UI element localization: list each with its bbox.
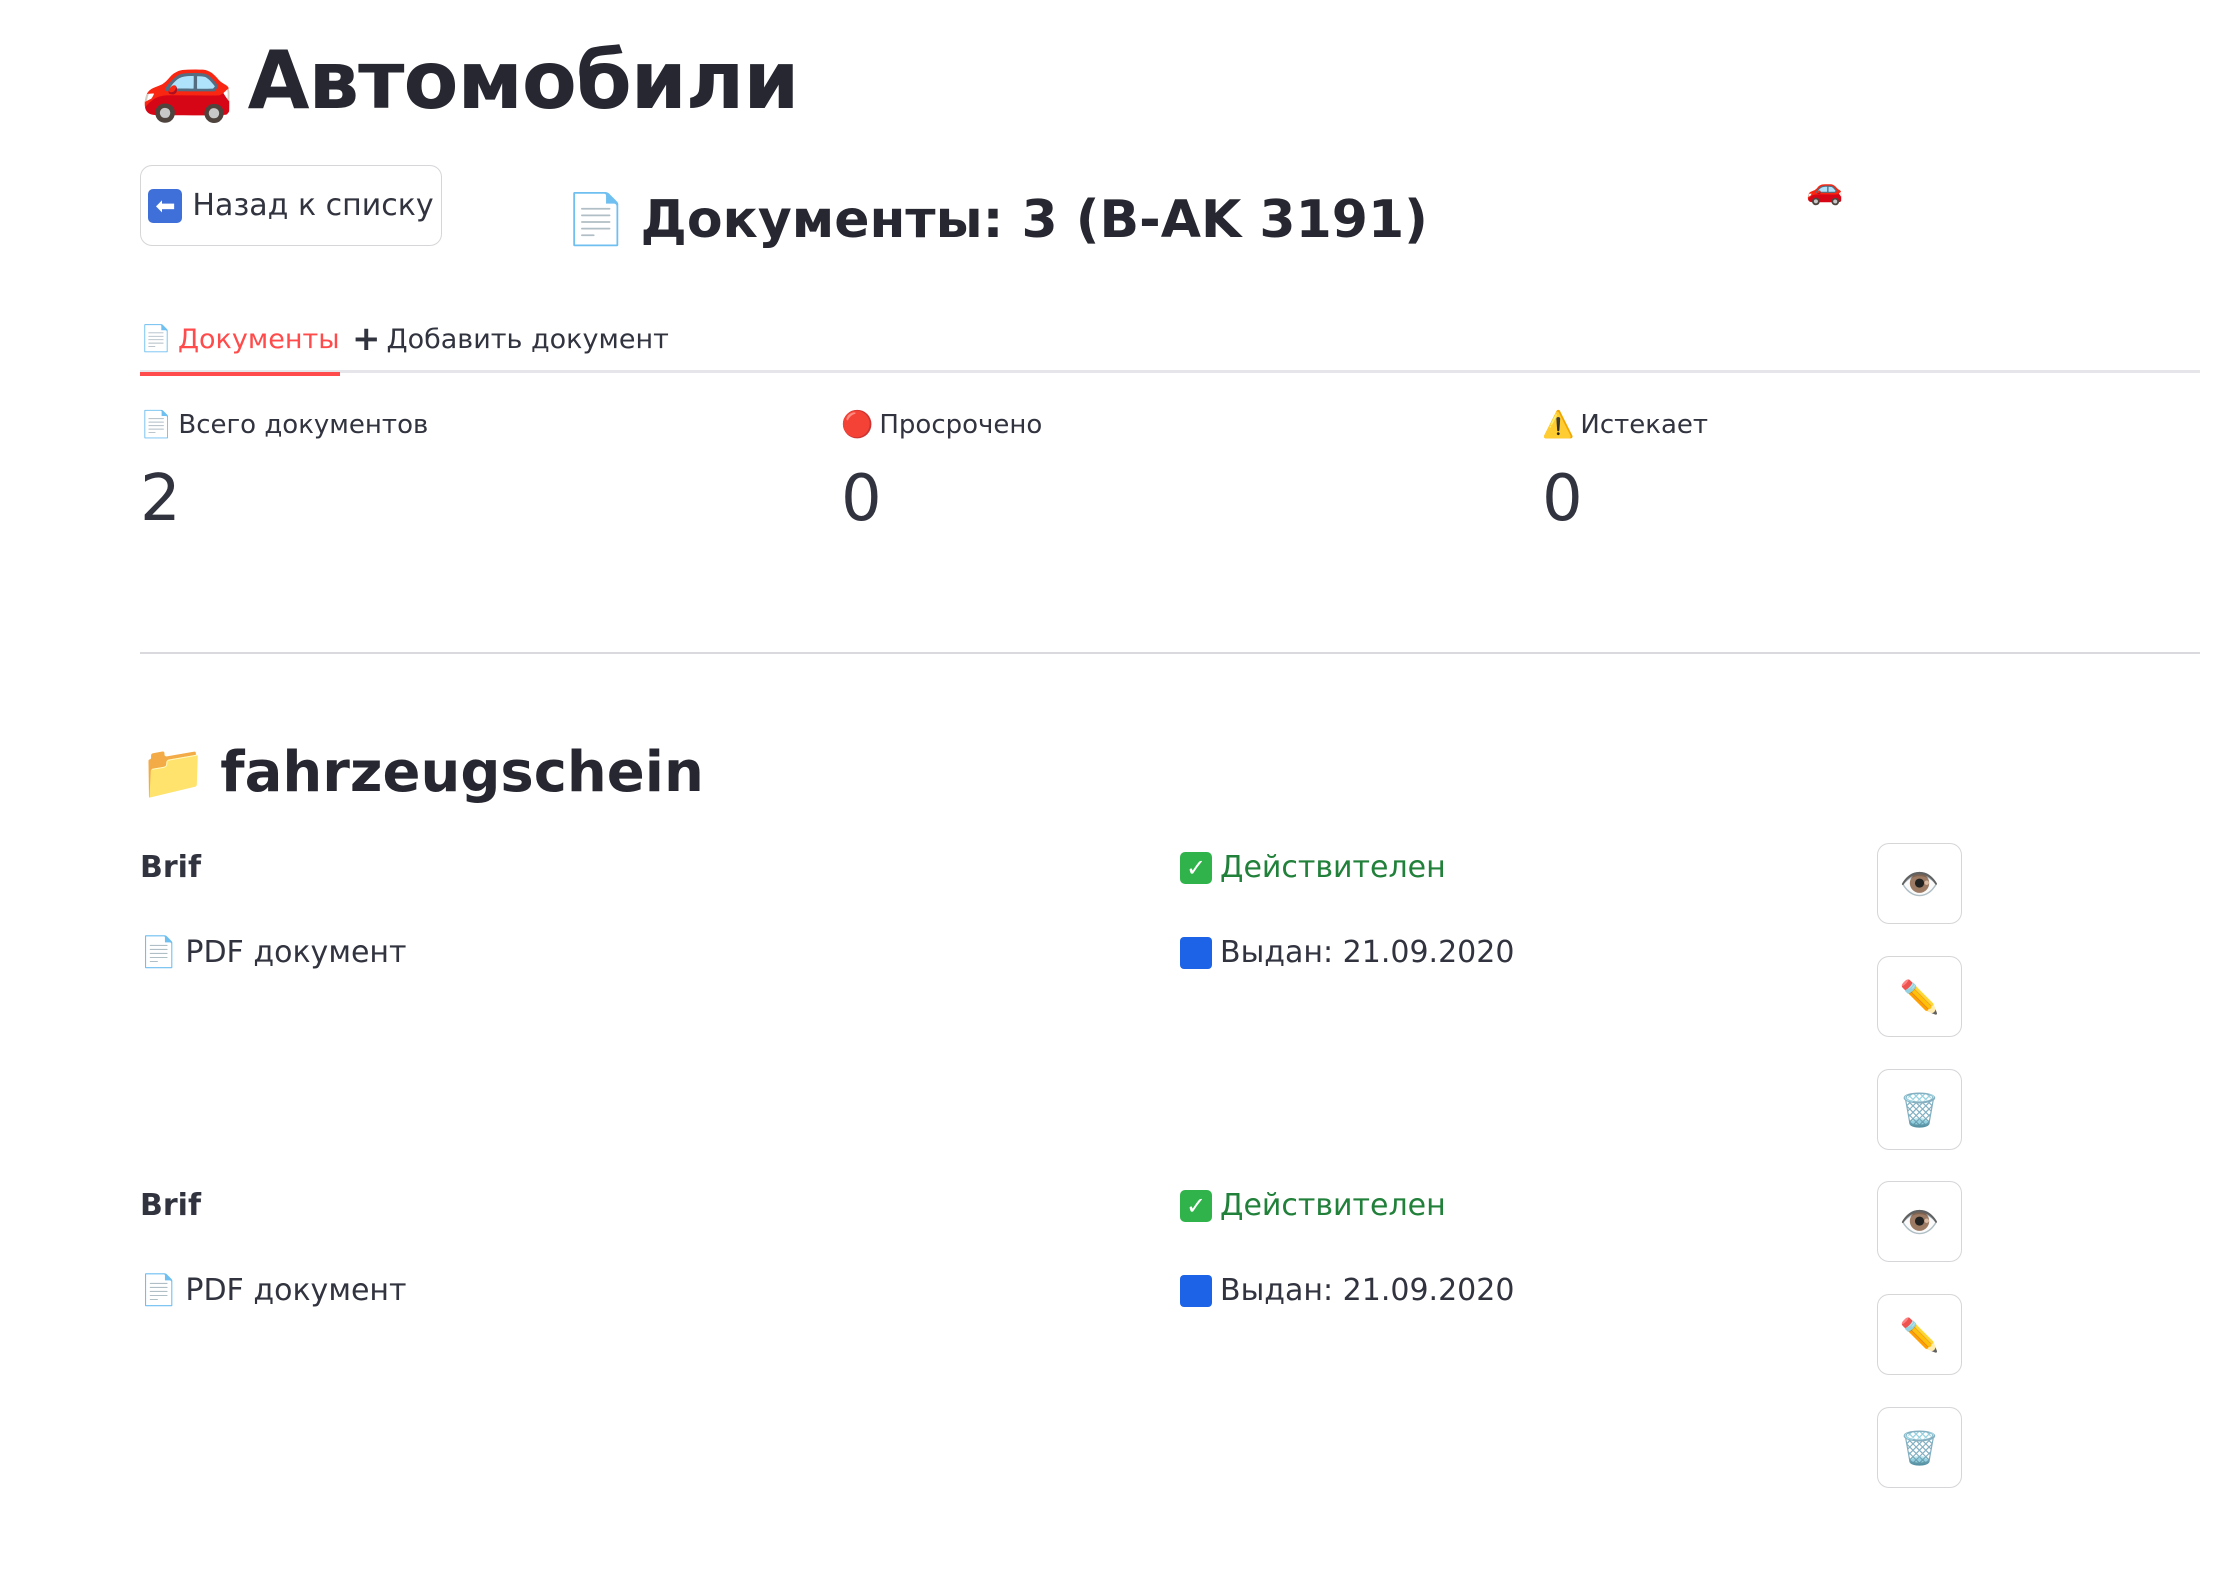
- metric-overdue: 🔴 Просрочено 0: [841, 410, 1042, 536]
- tab-bar: 📄 Документы + Добавить документ: [140, 305, 2200, 376]
- delete-document-button[interactable]: 🗑️: [1877, 1069, 1962, 1150]
- metric-label: 📄 Всего документов: [140, 410, 428, 440]
- document-issued: Выдан: 21.09.2020: [1180, 935, 1514, 970]
- documents-heading-text: Документы: 3 (B-AK 3191): [640, 190, 1428, 250]
- document-name: Brif: [140, 850, 201, 885]
- metric-expiring: ⚠️ Истекает 0: [1542, 410, 1708, 536]
- car-icon: 🚗: [140, 35, 235, 125]
- section-title: 📁 fahrzeugschein: [140, 740, 704, 805]
- document-status-text: Действителен: [1220, 850, 1446, 885]
- document-name: Brif: [140, 1188, 201, 1223]
- check-icon: ✓: [1180, 1189, 1212, 1222]
- back-to-list-button[interactable]: ⬅ Назад к списку: [140, 165, 442, 246]
- page-icon: 📄: [140, 324, 172, 354]
- metric-total-documents: 📄 Всего документов 2: [140, 410, 428, 536]
- blue-square-icon: [1180, 936, 1212, 969]
- section-title-text: fahrzeugschein: [220, 740, 704, 805]
- tab-documents-label: Документы: [177, 323, 340, 355]
- document-type-text: PDF документ: [185, 1273, 407, 1308]
- document-issued-text: Выдан: 21.09.2020: [1220, 1273, 1515, 1308]
- pencil-icon: ✏️: [1899, 1315, 1940, 1354]
- view-document-button[interactable]: 👁️: [1877, 1181, 1962, 1262]
- page-title: 🚗 Автомобили: [140, 34, 800, 127]
- red-circle-icon: 🔴: [841, 410, 874, 440]
- document-issued: Выдан: 21.09.2020: [1180, 1273, 1514, 1308]
- divider: [140, 652, 2200, 654]
- app-page: 🚗 Автомобили ⬅ Назад к списку 📄 Документ…: [0, 0, 2228, 1570]
- page-title-text: Автомобили: [247, 34, 800, 127]
- folder-icon: 📁: [140, 740, 207, 803]
- edit-document-button[interactable]: ✏️: [1877, 956, 1962, 1037]
- metric-label: ⚠️ Истекает: [1542, 410, 1708, 440]
- delete-document-button[interactable]: 🗑️: [1877, 1407, 1962, 1488]
- document-status: ✓ Действителен: [1180, 850, 1446, 885]
- page-icon: 📄: [140, 410, 173, 440]
- car-icon-small: 🚗: [1806, 172, 1844, 207]
- document-issued-text: Выдан: 21.09.2020: [1220, 935, 1515, 970]
- tab-documents[interactable]: 📄 Документы: [140, 305, 340, 376]
- page-icon: 📄: [140, 935, 178, 970]
- metric-label-text: Просрочено: [879, 410, 1043, 440]
- metric-label-text: Истекает: [1580, 410, 1709, 440]
- document-status: ✓ Действителен: [1180, 1188, 1446, 1223]
- eye-icon: 👁️: [1899, 864, 1940, 903]
- trash-icon: 🗑️: [1899, 1428, 1940, 1467]
- tab-add-document-label: Добавить документ: [386, 323, 669, 355]
- view-document-button[interactable]: 👁️: [1877, 843, 1962, 924]
- plus-icon: +: [352, 319, 381, 359]
- eye-icon: 👁️: [1899, 1202, 1940, 1241]
- metric-value: 0: [1542, 462, 1583, 536]
- trash-icon: 🗑️: [1899, 1090, 1940, 1129]
- tab-add-document[interactable]: + Добавить документ: [352, 305, 669, 373]
- blue-square-icon: [1180, 1274, 1212, 1307]
- metric-label: 🔴 Просрочено: [841, 410, 1042, 440]
- warning-icon: ⚠️: [1542, 410, 1575, 440]
- documents-heading: 📄 Документы: 3 (B-AK 3191): [565, 190, 1428, 250]
- pencil-icon: ✏️: [1899, 977, 1940, 1016]
- document-type: 📄 PDF документ: [140, 935, 407, 970]
- back-button-label: Назад к списку: [192, 188, 434, 223]
- metric-value: 2: [140, 462, 181, 536]
- document-type: 📄 PDF документ: [140, 1273, 407, 1308]
- arrow-left-icon: ⬅: [148, 188, 183, 223]
- document-type-text: PDF документ: [185, 935, 407, 970]
- edit-document-button[interactable]: ✏️: [1877, 1294, 1962, 1375]
- page-icon: 📄: [565, 190, 627, 249]
- metric-value: 0: [841, 462, 882, 536]
- document-status-text: Действителен: [1220, 1188, 1446, 1223]
- page-icon: 📄: [140, 1273, 178, 1308]
- metric-label-text: Всего документов: [178, 410, 429, 440]
- check-icon: ✓: [1180, 851, 1212, 884]
